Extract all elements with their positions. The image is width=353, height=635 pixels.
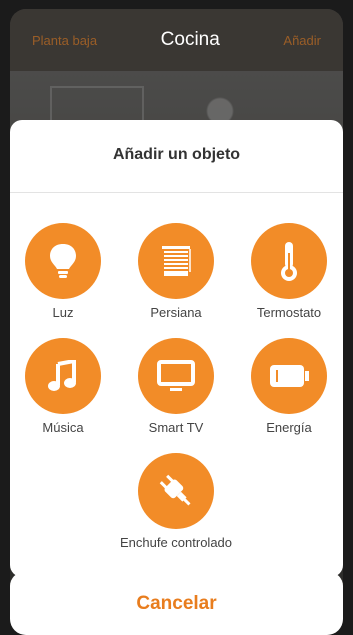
object-item-smart-tv[interactable]: Smart TV bbox=[121, 338, 231, 435]
tv-icon[interactable] bbox=[138, 338, 214, 414]
battery-icon[interactable] bbox=[251, 338, 327, 414]
object-label: Luz bbox=[52, 305, 74, 320]
object-item-enchufe-controlado[interactable]: Enchufe controlado bbox=[111, 453, 241, 550]
object-item-energia[interactable]: Energía bbox=[234, 338, 343, 435]
cancel-label: Cancelar bbox=[136, 592, 217, 614]
add-object-sheet: Añadir un objeto Luz Persiana Termostato… bbox=[10, 120, 343, 577]
object-item-luz[interactable]: Luz bbox=[10, 223, 118, 320]
page-title: Cocina bbox=[160, 29, 220, 50]
object-label: Persiana bbox=[150, 305, 202, 320]
music-note-icon[interactable] bbox=[25, 338, 101, 414]
add-button[interactable]: Añadir bbox=[283, 33, 321, 48]
object-label: Termostato bbox=[256, 305, 322, 320]
object-item-termostato[interactable]: Termostato bbox=[234, 223, 343, 320]
plug-icon[interactable] bbox=[138, 453, 214, 529]
cancel-button[interactable]: Cancelar bbox=[10, 572, 343, 635]
object-label: Smart TV bbox=[148, 420, 204, 435]
object-label: Energía bbox=[266, 420, 312, 435]
top-navigation-bar: Planta baja Cocina Añadir bbox=[10, 9, 343, 71]
thermometer-icon[interactable] bbox=[251, 223, 327, 299]
lightbulb-icon[interactable] bbox=[25, 223, 101, 299]
sheet-title: Añadir un objeto bbox=[10, 120, 343, 193]
back-button[interactable]: Planta baja bbox=[32, 33, 97, 48]
phone-screen: Planta baja Cocina Añadir Añadir un obje… bbox=[10, 9, 343, 635]
object-item-musica[interactable]: Música bbox=[10, 338, 118, 435]
object-label: Música bbox=[42, 420, 84, 435]
blind-icon[interactable] bbox=[138, 223, 214, 299]
object-item-persiana[interactable]: Persiana bbox=[121, 223, 231, 320]
object-label: Enchufe controlado bbox=[119, 535, 233, 550]
